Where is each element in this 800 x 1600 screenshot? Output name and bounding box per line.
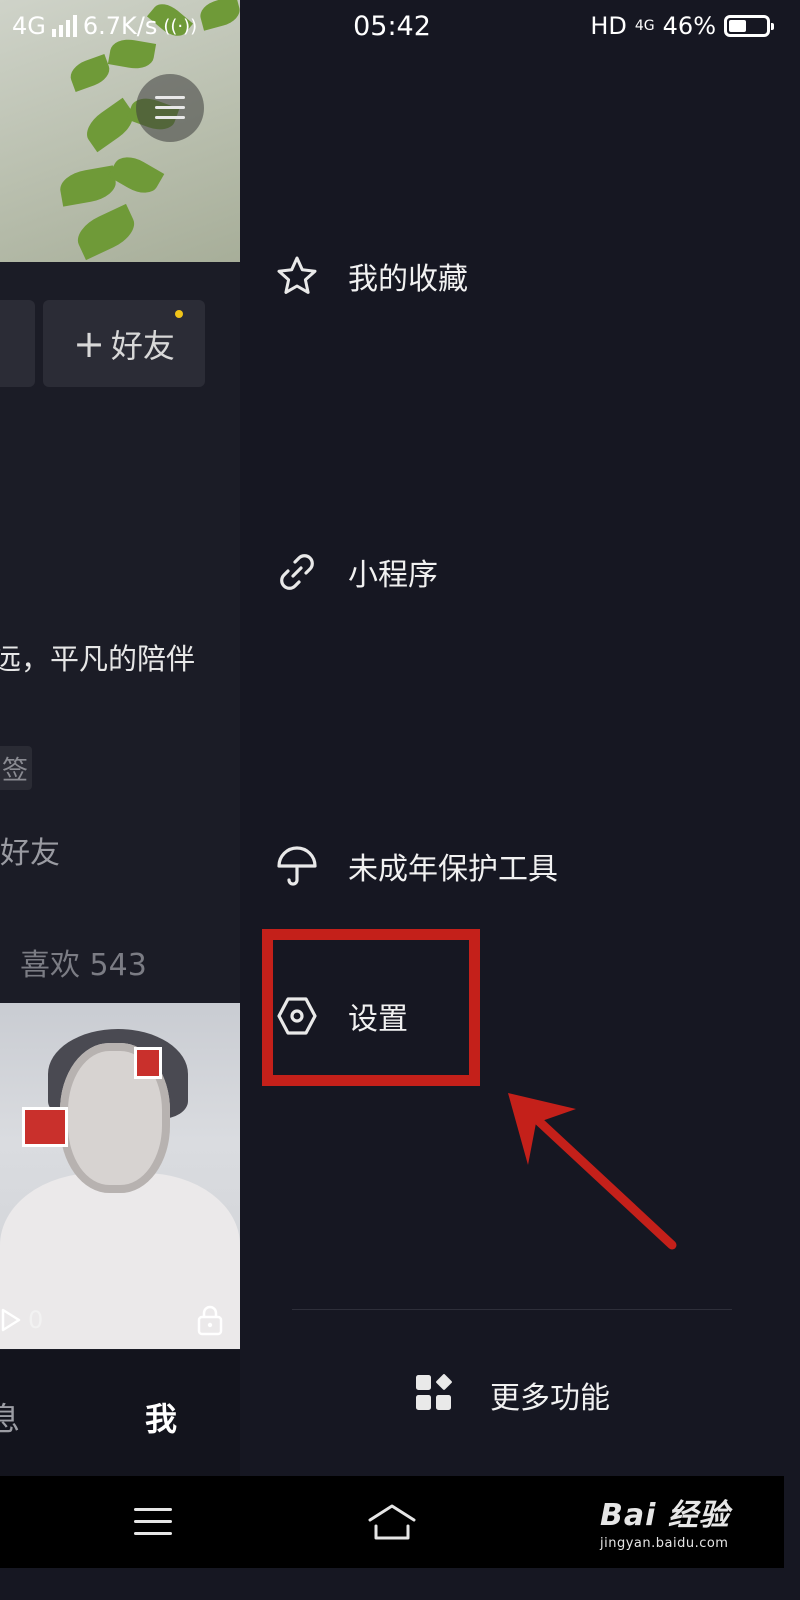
friends-text[interactable]: 好友 — [0, 828, 60, 872]
play-count: 0 — [0, 1306, 43, 1334]
lock-icon — [197, 1305, 223, 1336]
drawer-item-mini-programs[interactable]: 小程序 — [274, 537, 754, 607]
profile-bio: 远，平凡的陪伴 — [0, 642, 196, 676]
edit-profile-button[interactable] — [0, 300, 35, 387]
network-right: 4G — [634, 18, 655, 34]
battery-icon — [724, 15, 774, 37]
grid-icon — [414, 1373, 454, 1417]
profile-background-panel: + 好友 远，平凡的陪伴 签 好友 喜欢 543 0 息 我 — [0, 0, 240, 1476]
more-features-button[interactable]: 更多功能 — [414, 1364, 610, 1426]
tab-me[interactable]: 我 — [145, 1394, 177, 1440]
drawer-item-label: 我的收藏 — [348, 262, 468, 297]
home-icon[interactable] — [366, 1502, 418, 1542]
bottom-tab-bar — [0, 1350, 240, 1476]
drawer-item-favorites[interactable]: 我的收藏 — [274, 241, 754, 311]
add-friend-label: 好友 — [110, 326, 175, 365]
video-thumbnail[interactable] — [0, 1003, 240, 1349]
link-icon — [274, 549, 320, 595]
profile-tag[interactable]: 签 — [0, 746, 32, 790]
drawer-item-minor-protection[interactable]: 未成年保护工具 — [274, 831, 754, 901]
baidu-watermark: Bai 经验 jingyan.baidu.com — [600, 1498, 730, 1551]
drawer-item-label: 未成年保护工具 — [348, 852, 558, 887]
tab-messages[interactable]: 息 — [0, 1394, 20, 1440]
battery-percent: 46% — [662, 12, 716, 40]
umbrella-icon — [274, 843, 320, 889]
annotation-arrow-icon — [508, 1093, 677, 1250]
likes-tab[interactable]: 喜欢 543 — [20, 940, 147, 984]
star-icon — [274, 253, 320, 299]
menu-button[interactable] — [136, 74, 204, 142]
add-friend-button[interactable]: + 好友 — [43, 300, 205, 387]
status-bar: 4G 6.7K/s ((·)) 05:42 HD 4G 46% — [0, 0, 784, 56]
drawer-divider — [292, 1309, 732, 1310]
plus-icon: + — [73, 321, 105, 366]
more-features-label: 更多功能 — [490, 1381, 610, 1416]
drawer-item-label: 小程序 — [348, 558, 438, 593]
notification-dot — [175, 310, 183, 318]
nav-menu-icon[interactable] — [134, 1506, 174, 1538]
annotation-highlight-box — [262, 929, 480, 1086]
hd-label: HD — [590, 12, 627, 40]
play-icon — [1, 1308, 21, 1332]
